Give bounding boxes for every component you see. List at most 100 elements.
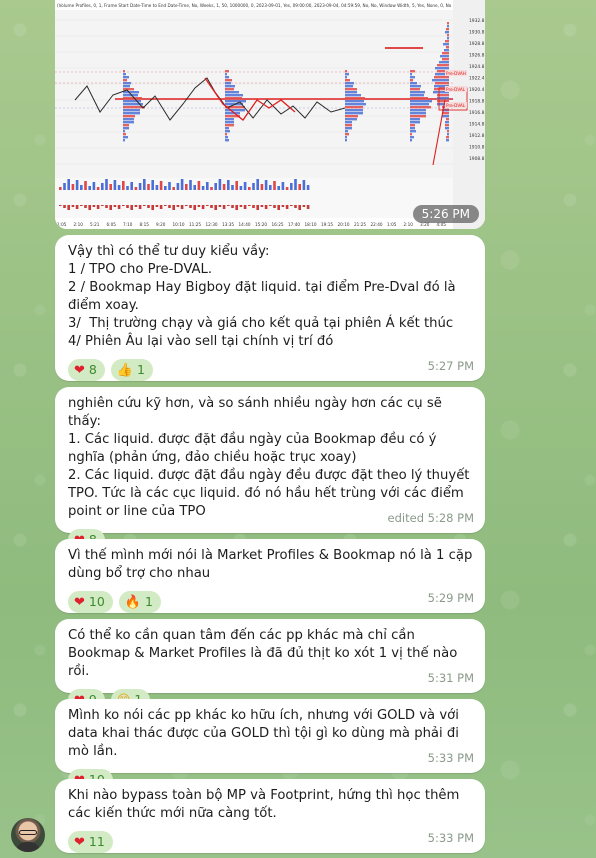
volume-profile-bar xyxy=(345,85,353,88)
chart-image-message[interactable]: (Volume Profiles, 0, 1, Frame Start Date… xyxy=(55,0,485,229)
volume-bar xyxy=(243,182,247,190)
message-line: Vậy thì có thể tư duy kiểu vầy: xyxy=(68,244,270,259)
volume-profile-bar xyxy=(123,79,127,82)
time-label: 14:40 xyxy=(239,222,251,227)
image-timestamp: 5:26 PM xyxy=(412,205,479,223)
delta-bar xyxy=(168,205,171,208)
volume-bar xyxy=(290,183,293,190)
delta-bar xyxy=(109,205,112,210)
delta-bar xyxy=(243,205,247,209)
delta-bar xyxy=(189,205,192,208)
delta-bar xyxy=(222,205,226,209)
message-bubble[interactable]: Vì thế mình mới nói là Market Profiles &… xyxy=(55,539,485,613)
volume-profile-bar xyxy=(410,106,431,109)
delta-bar xyxy=(105,205,108,208)
volume-profile-bar xyxy=(345,91,357,94)
volume-profile-bar xyxy=(447,133,449,136)
delta-bar xyxy=(277,205,280,210)
message-line: 1. Các liquid. được đặt đầu ngày của Boo… xyxy=(68,432,441,465)
volume-profile-bar xyxy=(123,121,134,124)
volume-profile-bar xyxy=(123,130,125,133)
volume-bar xyxy=(227,180,230,190)
time-label: 2:10 xyxy=(404,222,414,227)
volume-profile-bar xyxy=(410,118,420,121)
reaction-heart[interactable]: ❤10 xyxy=(68,591,113,613)
trading-chart-image[interactable]: (Volume Profiles, 0, 1, Frame Start Date… xyxy=(55,0,485,229)
volume-profile-bar xyxy=(345,76,347,79)
delta-bar xyxy=(235,205,238,210)
reaction-count: 11 xyxy=(88,834,105,849)
volume-profile-bar xyxy=(345,109,363,112)
volume-profile-bar xyxy=(410,103,429,106)
volume-bar xyxy=(239,186,243,190)
volume-profile-bar xyxy=(446,46,449,49)
delta-bar xyxy=(273,205,276,208)
message-bubble[interactable]: Mình ko nói các pp khác ko hữu ích, nhưn… xyxy=(55,699,485,791)
volume-profile-bar xyxy=(345,127,352,130)
volume-profile-bar xyxy=(410,127,415,130)
reaction-heart[interactable]: ❤ 11 xyxy=(68,831,113,853)
price-label: 1916.8 xyxy=(469,110,485,116)
delta-bar xyxy=(71,205,75,207)
delta-bar xyxy=(214,205,217,210)
delta-bar xyxy=(134,205,138,207)
delta-bar xyxy=(193,205,196,210)
volume-bar xyxy=(248,187,251,190)
delta-bar xyxy=(113,205,117,207)
volume-profile-bar xyxy=(345,118,357,121)
volume-profile-bar xyxy=(345,88,357,91)
message-bubble[interactable]: Khi nào bypass toàn bộ MP và Footprint, … xyxy=(55,779,485,853)
delta-bar xyxy=(63,205,66,208)
marker-label: Pre-DVAL xyxy=(446,87,466,92)
volume-bar xyxy=(130,182,133,190)
volume-profile-bar xyxy=(410,97,428,100)
volume-profile-bar xyxy=(446,136,449,139)
volume-bar xyxy=(63,183,66,190)
volume-profile-bar xyxy=(446,139,449,142)
volume-bar xyxy=(264,180,268,190)
volume-profile-bar xyxy=(445,121,449,124)
volume-profile-bar xyxy=(225,133,227,136)
delta-bar xyxy=(164,205,167,206)
reaction-fire[interactable]: 🔥 1 xyxy=(118,591,161,613)
time-label: 15:20 xyxy=(255,222,267,227)
reaction-thumbs-up[interactable]: 👍 1 xyxy=(110,359,153,381)
volume-bar xyxy=(273,181,276,190)
price-label: 1926.8 xyxy=(469,53,485,59)
volume-bar xyxy=(201,186,205,190)
volume-profile-bar xyxy=(437,64,449,67)
volume-profile-bar xyxy=(410,100,432,103)
volume-profile-bar xyxy=(225,79,232,82)
volume-profile-bar xyxy=(225,136,228,139)
delta-bar xyxy=(159,205,163,209)
message-bubble[interactable]: Có thể ko cần quan tâm đến các pp khác m… xyxy=(55,619,485,711)
reaction-heart[interactable]: ❤8 xyxy=(68,359,105,381)
volume-profile-bar xyxy=(435,67,449,70)
message-bubble[interactable]: Vậy thì có thể tư duy kiểu vầy: 1 / TPO … xyxy=(55,235,485,381)
message-time: edited 5:28 PM xyxy=(387,511,474,525)
message-line: 3/ Thị trường chạy và giá cho kết quả tạ… xyxy=(68,316,454,331)
volume-bar xyxy=(180,179,184,190)
time-label: 5:21 xyxy=(90,222,100,227)
delta-bar xyxy=(75,205,79,209)
volume-profile-bar xyxy=(225,139,229,142)
volume-profile-bar xyxy=(447,22,449,25)
price-label: 1910.8 xyxy=(469,145,485,151)
volume-profile-bar xyxy=(345,124,352,127)
volume-profile-bar xyxy=(225,91,239,94)
volume-bar xyxy=(185,184,188,190)
volume-profile-bar xyxy=(447,130,449,133)
delta-bar xyxy=(206,205,209,206)
sender-avatar[interactable] xyxy=(11,818,45,852)
volume-profile-bar xyxy=(225,100,246,103)
delta-bar xyxy=(306,205,310,209)
thumbs-up-icon: 👍 xyxy=(116,362,134,378)
volume-bar xyxy=(193,185,196,190)
time-label: 13:35 xyxy=(222,222,234,227)
price-label: 1922.4 xyxy=(469,76,485,82)
message-bubble[interactable]: nghiên cứu kỹ hơn, và so sánh nhiều ngày… xyxy=(55,387,485,551)
delta-bar xyxy=(298,205,301,210)
volume-bar xyxy=(168,182,171,190)
time-label: 1:05 xyxy=(57,222,67,227)
volume-profile-bar xyxy=(410,91,425,94)
